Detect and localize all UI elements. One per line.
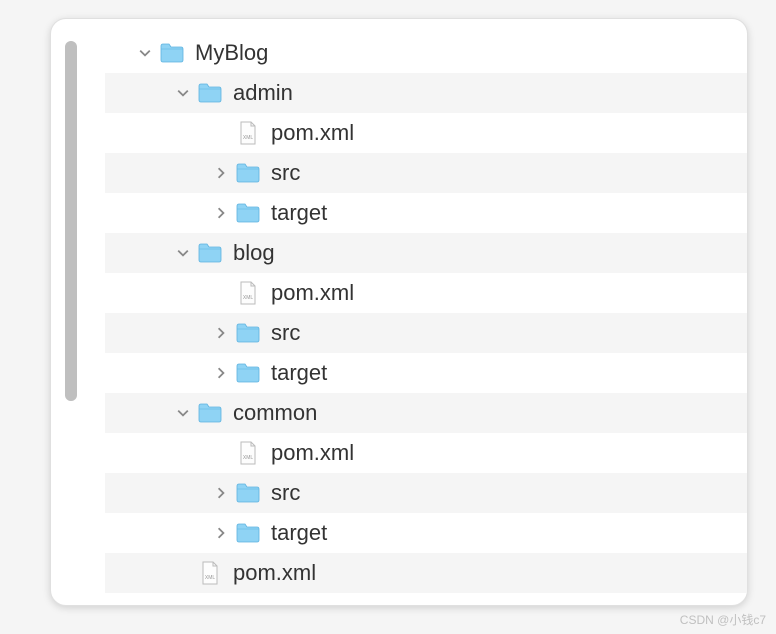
tree-item-label: src bbox=[271, 160, 300, 186]
chevron-right-icon[interactable] bbox=[211, 487, 231, 499]
chevron-right-icon[interactable] bbox=[211, 167, 231, 179]
folder-icon bbox=[235, 160, 261, 186]
file-tree-panel: MyBlog admin XML pom.xml bbox=[50, 18, 748, 606]
chevron-down-icon[interactable] bbox=[173, 247, 193, 259]
tree-item-label: admin bbox=[233, 80, 293, 106]
folder-icon bbox=[235, 320, 261, 346]
tree-item-label: pom.xml bbox=[233, 560, 316, 586]
tree-item-label: pom.xml bbox=[271, 280, 354, 306]
tree-item-admin[interactable]: admin bbox=[105, 73, 747, 113]
tree-item-label: src bbox=[271, 480, 300, 506]
tree-item-common-pom[interactable]: XML pom.xml bbox=[105, 433, 747, 473]
tree-item-label: target bbox=[271, 520, 327, 546]
folder-icon bbox=[197, 400, 223, 426]
tree-item-root-pom[interactable]: XML pom.xml bbox=[105, 553, 747, 593]
chevron-right-icon[interactable] bbox=[211, 527, 231, 539]
folder-icon bbox=[235, 480, 261, 506]
tree-item-label: MyBlog bbox=[195, 40, 268, 66]
tree-item-common[interactable]: common bbox=[105, 393, 747, 433]
scrollbar-thumb[interactable] bbox=[65, 41, 77, 401]
tree-item-label: pom.xml bbox=[271, 120, 354, 146]
tree-item-label: target bbox=[271, 360, 327, 386]
svg-text:XML: XML bbox=[243, 295, 254, 301]
chevron-right-icon[interactable] bbox=[211, 207, 231, 219]
file-tree: MyBlog admin XML pom.xml bbox=[51, 19, 747, 593]
tree-item-label: src bbox=[271, 320, 300, 346]
tree-item-label: target bbox=[271, 200, 327, 226]
chevron-down-icon[interactable] bbox=[173, 407, 193, 419]
tree-item-blog-src[interactable]: src bbox=[105, 313, 747, 353]
tree-item-myblog[interactable]: MyBlog bbox=[105, 33, 747, 73]
tree-item-label: common bbox=[233, 400, 317, 426]
tree-item-admin-target[interactable]: target bbox=[105, 193, 747, 233]
svg-text:XML: XML bbox=[243, 455, 254, 461]
folder-icon bbox=[235, 200, 261, 226]
chevron-down-icon[interactable] bbox=[135, 47, 155, 59]
chevron-down-icon[interactable] bbox=[173, 87, 193, 99]
svg-text:XML: XML bbox=[243, 135, 254, 141]
tree-item-blog[interactable]: blog bbox=[105, 233, 747, 273]
folder-icon bbox=[235, 360, 261, 386]
watermark: CSDN @小钱c7 bbox=[680, 611, 766, 628]
folder-icon bbox=[197, 80, 223, 106]
tree-item-admin-pom[interactable]: XML pom.xml bbox=[105, 113, 747, 153]
xml-file-icon: XML bbox=[235, 120, 261, 146]
scrollbar-track[interactable] bbox=[65, 41, 77, 401]
tree-item-common-src[interactable]: src bbox=[105, 473, 747, 513]
folder-icon bbox=[235, 520, 261, 546]
tree-item-label: pom.xml bbox=[271, 440, 354, 466]
tree-item-common-target[interactable]: target bbox=[105, 513, 747, 553]
tree-item-admin-src[interactable]: src bbox=[105, 153, 747, 193]
folder-icon bbox=[159, 40, 185, 66]
svg-text:XML: XML bbox=[205, 575, 216, 581]
tree-item-blog-target[interactable]: target bbox=[105, 353, 747, 393]
xml-file-icon: XML bbox=[197, 560, 223, 586]
tree-item-label: blog bbox=[233, 240, 275, 266]
tree-item-blog-pom[interactable]: XML pom.xml bbox=[105, 273, 747, 313]
chevron-right-icon[interactable] bbox=[211, 367, 231, 379]
xml-file-icon: XML bbox=[235, 440, 261, 466]
folder-icon bbox=[197, 240, 223, 266]
xml-file-icon: XML bbox=[235, 280, 261, 306]
chevron-right-icon[interactable] bbox=[211, 327, 231, 339]
